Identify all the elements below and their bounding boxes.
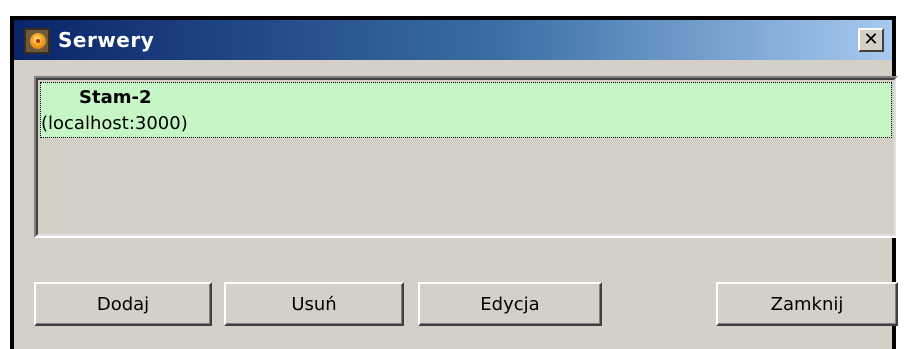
server-address: (localhost:3000) bbox=[41, 113, 188, 134]
close-button[interactable]: Zamknij bbox=[716, 282, 898, 326]
window-title: Serwery bbox=[58, 28, 155, 52]
server-list-item[interactable]: Stam-2 (localhost:3000) bbox=[40, 82, 892, 138]
server-list[interactable]: Stam-2 (localhost:3000) bbox=[34, 76, 898, 238]
edit-button[interactable]: Edycja bbox=[418, 282, 602, 326]
remove-button[interactable]: Usuń bbox=[224, 282, 404, 326]
servers-dialog: Serwery ✕ Stam-2 (localhost:3000) Dodaj … bbox=[10, 16, 898, 349]
title-bar[interactable]: Serwery ✕ bbox=[14, 20, 892, 60]
server-name: Stam-2 bbox=[79, 87, 152, 108]
add-button[interactable]: Dodaj bbox=[34, 282, 212, 326]
close-window-button[interactable]: ✕ bbox=[858, 28, 884, 52]
server-dial-icon bbox=[24, 28, 50, 54]
